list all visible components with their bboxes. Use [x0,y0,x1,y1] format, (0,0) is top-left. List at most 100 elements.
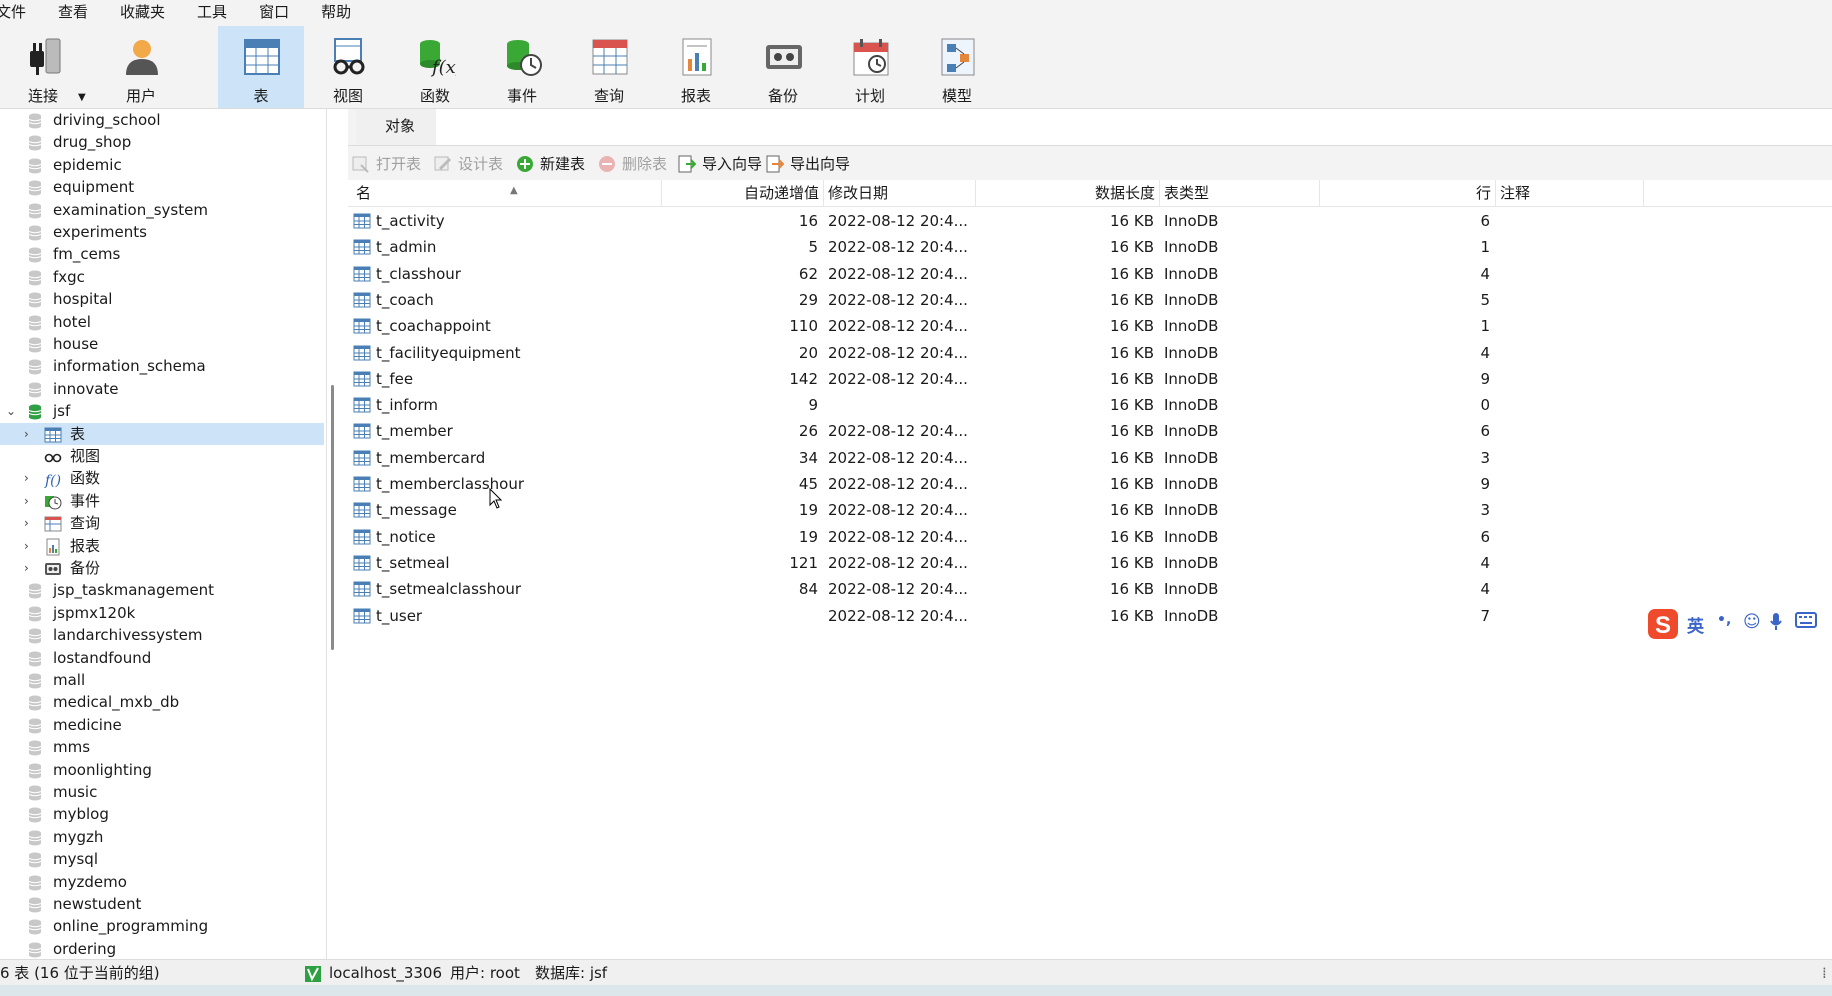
menu-item-1[interactable]: 查看 [40,0,102,24]
table-row[interactable]: t_setmeal 121 2022-08-12 20:4... 16 KB InnoD… [348,550,1832,576]
tree-item-report[interactable]: › 报表 [0,535,324,557]
table-row[interactable]: t_message 19 2022-08-12 20:4... 16 KB InnoDB… [348,497,1832,523]
status-grip-icon[interactable]: ⁞ [1822,960,1827,986]
column-header-4[interactable]: 表类型 [1160,180,1320,206]
db-node[interactable]: lostandfound [0,647,324,669]
menu-item-3[interactable]: 工具 [179,0,241,24]
db-node[interactable]: epidemic [0,154,324,176]
db-node[interactable]: myblog [0,803,324,825]
db-node[interactable]: mms [0,736,324,758]
column-header-1[interactable]: 自动递增值 [662,180,824,206]
chevron-right-icon[interactable]: › [24,490,29,512]
db-node[interactable]: equipment [0,176,324,198]
menu-item-5[interactable]: 帮助 [303,0,365,24]
db-node[interactable]: jsp_taskmanagement [0,579,324,601]
tree-item-view-glasses[interactable]: 视图 [0,445,324,467]
toolbar-button-schedule-calendar[interactable]: 计划 [827,30,913,106]
db-node[interactable]: innovate [0,378,324,400]
db-node[interactable]: newstudent [0,893,324,915]
db-node[interactable]: medicine [0,714,324,736]
column-header-2[interactable]: 修改日期 [824,180,976,206]
chevron-right-icon[interactable]: › [24,512,29,534]
db-node[interactable]: fm_cems [0,243,324,265]
chevron-right-icon[interactable]: › [24,467,29,489]
tree-item-query[interactable]: › 查询 [0,512,324,534]
db-node[interactable]: hotel [0,311,324,333]
ime-mode-label[interactable]: 英 [1687,612,1704,637]
export-wizard-icon [766,155,785,173]
db-node[interactable]: jspmx120k [0,602,324,624]
db-node[interactable]: driving_school [0,109,324,131]
table-row[interactable]: t_memberclasshour 45 2022-08-12 20:4... 16 … [348,471,1832,497]
ime-toolbar[interactable]: S 英 •, ☺ [1645,606,1832,642]
ime-mic-icon[interactable] [1769,612,1783,637]
table-row[interactable]: t_setmealclasshour 84 2022-08-12 20:4... 16… [348,576,1832,602]
ime-punct-icon[interactable]: •, [1717,612,1731,628]
db-node[interactable]: information_schema [0,355,324,377]
cell-name: t_setmeal [376,553,450,572]
ime-keyboard-icon[interactable] [1795,612,1817,633]
toolbar-button-table[interactable]: 表 [218,26,304,108]
table-row[interactable]: t_membercard 34 2022-08-12 20:4... 16 KB Inn… [348,445,1832,471]
menu-item-4[interactable]: 窗口 [241,0,303,24]
column-header-5[interactable]: 行 [1320,180,1496,206]
sidebar-scrollbar-thumb[interactable] [331,385,334,650]
db-node[interactable]: hospital [0,288,324,310]
toolbar-button-report[interactable]: 报表 [653,30,739,106]
db-node[interactable]: music [0,781,324,803]
table-row[interactable]: t_facilityequipment 20 2022-08-12 20:4... 1… [348,340,1832,366]
toolbar-button-query[interactable]: 查询 [566,30,652,106]
db-node[interactable]: house [0,333,324,355]
table-row[interactable]: t_member 26 2022-08-12 20:4... 16 KB InnoDB 6 [348,418,1832,444]
ime-emoji-icon[interactable]: ☺ [1743,612,1761,632]
tree-item-function-fx[interactable]: › f() 函数 [0,467,324,489]
column-header-3[interactable]: 数据长度 [976,180,1160,206]
db-node[interactable]: moonlighting [0,759,324,781]
tree-item-table[interactable]: › 表 [0,423,324,445]
db-node[interactable]: myzdemo [0,871,324,893]
column-header-0[interactable]: 名 ▲ [352,180,662,206]
new-table-icon [516,155,534,173]
db-node[interactable]: mygzh [0,826,324,848]
chevron-down-icon[interactable]: ⌄ [6,400,16,422]
table-row[interactable]: t_classhour 62 2022-08-12 20:4... 16 KB Inno… [348,261,1832,287]
db-node[interactable]: drug_shop [0,131,324,153]
chevron-down-icon[interactable]: ▼ [78,92,86,103]
tab-objects[interactable]: 对象 [356,109,445,145]
db-node[interactable]: experiments [0,221,324,243]
cell-modified: 2022-08-12 20:4... [828,580,968,599]
db-node[interactable]: fxgc [0,266,324,288]
db-node[interactable]: ⌄ jsf [0,400,324,422]
toolbar-button-connection-plug[interactable]: 连接 ▼ [0,30,86,106]
db-node[interactable]: ordering [0,938,324,959]
chevron-right-icon[interactable]: › [24,535,29,557]
toolbar-button-function-fx[interactable]: f(x) 函数 [392,30,478,106]
toolbar-button-view-glasses[interactable]: 视图 [305,30,391,106]
db-node[interactable]: examination_system [0,199,324,221]
db-node[interactable]: online_programming [0,915,324,937]
table-row[interactable]: t_notice 19 2022-08-12 20:4... 16 KB InnoDB 6 [348,524,1832,550]
db-node[interactable]: mysql [0,848,324,870]
menu-item-2[interactable]: 收藏夹 [102,0,179,24]
table-row[interactable]: t_activity 16 2022-08-12 20:4... 16 KB InnoD… [348,208,1832,234]
table-row[interactable]: t_fee 142 2022-08-12 20:4... 16 KB InnoDB 9 [348,366,1832,392]
table-row[interactable]: t_user 2022-08-12 20:4... 16 KB InnoDB 7 [348,603,1832,629]
db-node[interactable]: landarchivessystem [0,624,324,646]
column-header-6[interactable]: 注释 [1496,180,1644,206]
table-row[interactable]: t_admin 5 2022-08-12 20:4... 16 KB InnoDB 1 [348,234,1832,260]
toolbar-button-event-clock[interactable]: 事件 [479,30,565,106]
toolbar-button-backup[interactable]: 备份 [740,30,826,106]
toolbar-button-user[interactable]: 用户 [98,30,184,106]
menu-item-0[interactable]: 文件 [0,0,40,24]
chevron-right-icon[interactable]: › [24,557,29,579]
toolbar-button-model[interactable]: 模型 [914,30,1000,106]
table-row[interactable]: t_coachappoint 110 2022-08-12 20:4... 16 KB… [348,313,1832,339]
table-row[interactable]: t_inform 9 16 KB InnoDB 0 [348,392,1832,418]
chevron-right-icon[interactable]: › [24,423,29,445]
db-node[interactable]: mall [0,669,324,691]
db-node[interactable]: medical_mxb_db [0,691,324,713]
tree-item-event-clock[interactable]: › 事件 [0,490,324,512]
tree-item-backup[interactable]: › 备份 [0,557,324,579]
table-row[interactable]: t_coach 29 2022-08-12 20:4... 16 KB InnoDB 5 [348,287,1832,313]
cell-name: t_message [376,501,457,520]
